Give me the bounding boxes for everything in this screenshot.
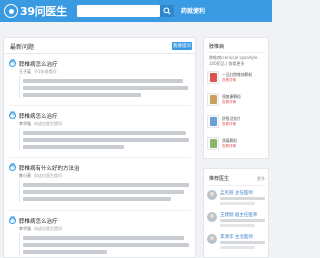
search-button[interactable] [160,5,174,17]
doctor-more-link[interactable]: 更多 [257,176,265,182]
question-title[interactable]: 脖椎病怎么治疗 [19,60,58,68]
doctor-item[interactable]: 李清华 主治医师 [207,233,267,251]
doctor-desc [220,246,255,249]
doctor-desc [220,241,265,244]
logo-text: 39问医生 [20,5,67,18]
avatar [207,212,217,222]
question-icon: 问 [9,60,16,67]
divider [9,105,191,106]
product-image [207,115,219,128]
doctor-desc [220,219,265,222]
doctor-name[interactable]: 王建刚 副主任医师 [220,212,257,218]
divider [9,157,191,158]
panel-header: 最新问题 我要提问 [4,38,195,54]
ask-question-button[interactable]: 我要提问 [172,42,192,50]
product-tag[interactable]: 查看详情 [222,78,236,83]
doctor-panel-title: 推荐医生 [209,176,230,182]
avatar [207,190,217,200]
disease-links[interactable]: 100药品 | 查看更多 [209,61,245,67]
product-tag[interactable]: 查看详情 [222,144,236,149]
divider [207,52,265,53]
answer-preview [19,128,191,150]
answer-preview [19,76,191,98]
panel-title: 最新问题 [10,44,35,51]
question-meta: 李华强 向这位医生提问 [19,121,62,126]
answer-preview [19,180,191,202]
question-meta: 陈小燕 向这位医生提问 [19,173,62,178]
question-title[interactable]: 脖椎病怎么治疗 [19,217,58,225]
product-item[interactable]: 舒筋活血片 查看详情 [207,115,267,129]
doctor-desc [220,197,265,200]
doctor-name[interactable]: 孟宪丽 主任医师 [220,190,253,196]
question-title[interactable]: 脖椎病怎么治疗 [19,112,58,120]
question-icon: 问 [9,164,16,171]
question-title[interactable]: 脖椎病有什么好的方法治 [19,164,80,172]
doctor-item[interactable]: 王建刚 副主任医师 [207,211,267,229]
search-icon [163,7,171,15]
question-meta: 李华强 向这位医生提问 [19,226,62,231]
disease-title[interactable]: 脖椎病 [209,43,224,50]
doctor-desc [220,224,255,227]
divider [9,210,191,211]
question-icon: 问 [9,217,16,224]
avatar [207,234,217,244]
divider [207,185,265,186]
question-meta: 王子英 于1年前提问 [19,69,57,74]
logo-icon [4,4,18,18]
product-image [207,137,219,150]
product-tag[interactable]: 查看详情 [222,122,236,127]
product-image [207,93,219,106]
product-item[interactable]: 颈痛颗粒 查看详情 [207,137,267,151]
question-list-panel: 最新问题 我要提问 问 脖椎病怎么治疗 王子英 于1年前提问 问 脖椎病怎么治疗 … [3,37,196,258]
product-tag[interactable]: 查看详情 [222,100,236,105]
doctor-desc [220,202,255,205]
doctor-panel: 推荐医生 更多 孟宪丽 主任医师 王建刚 副主任医师 李清华 主治医师 [203,168,269,258]
product-item[interactable]: 颈复康颗粒 查看详情 [207,93,267,107]
disease-info-panel: 脖椎病 脖椎病(cervical spondylo 100药品 | 查看更多 一… [203,37,269,159]
site-logo[interactable]: 39问医生 [4,3,67,19]
search-input[interactable] [77,5,160,17]
question-icon: 问 [9,112,16,119]
promo-link[interactable]: 药就便利 [181,6,205,15]
doctor-item[interactable]: 孟宪丽 主任医师 [207,189,267,207]
product-image [207,71,219,84]
top-header: 39问医生 药就便利 [0,0,272,22]
product-item[interactable]: 一品红脖椎病颗粒 查看详情 [207,71,267,85]
doctor-name[interactable]: 李清华 主治医师 [220,234,253,240]
answer-preview [19,233,191,255]
